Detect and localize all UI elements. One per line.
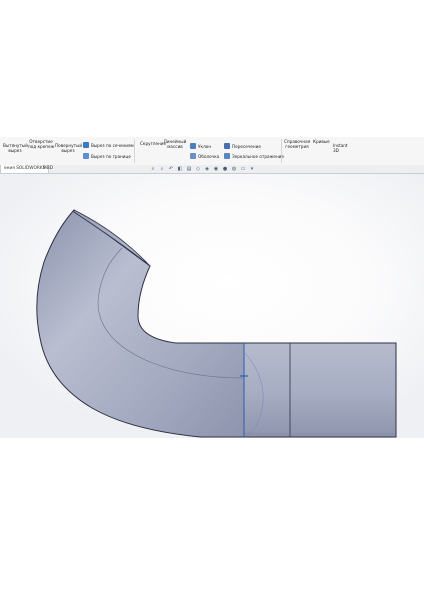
bent-pipe-part[interactable]: [0, 174, 424, 438]
ribbon-divider: [281, 139, 282, 163]
graphics-area[interactable]: [0, 174, 424, 438]
lofted-cut-icon: [83, 142, 89, 148]
ribbon-divider: [134, 139, 135, 163]
boundary-cut-button[interactable]: Вырез по границе: [91, 154, 131, 159]
boundary-cut-icon: [83, 153, 89, 159]
intersect-button[interactable]: Пересечение: [232, 144, 261, 149]
shell-button[interactable]: Оболочка: [198, 154, 219, 159]
extruded-cut-label-2: вырез: [8, 148, 22, 153]
zoom-to-fit-icon[interactable]: ⌕: [150, 166, 156, 172]
mirror-button[interactable]: Зеркальное отражение: [232, 154, 284, 159]
command-manager-ribbon: Вытянутый вырез Отверстие под крепеж Пов…: [0, 137, 424, 166]
mirror-icon: [224, 153, 230, 159]
intersect-icon: [224, 143, 230, 149]
hole-wizard-label-2: под крепеж: [28, 144, 55, 149]
apply-scene-icon[interactable]: ◍: [231, 166, 237, 172]
curves-button[interactable]: Кривые: [313, 139, 330, 144]
shell-icon: [190, 153, 196, 159]
display-icon[interactable]: ▾: [249, 166, 255, 172]
linear-pattern-label-2: массив: [167, 144, 183, 149]
view-settings-icon[interactable]: ▭: [240, 166, 246, 172]
reference-geometry-label-2: геометрия: [285, 144, 309, 149]
pipe-straight-section: [243, 342, 397, 438]
view-orientation-icon[interactable]: ◇: [195, 166, 201, 172]
tab-mbd[interactable]: MBD: [40, 165, 56, 173]
hole-wizard-button[interactable]: Отверстие под крепеж: [28, 139, 54, 149]
hide-show-icon[interactable]: ◉: [213, 166, 219, 172]
draft-button[interactable]: Уклон: [198, 144, 211, 149]
edit-appearance-icon[interactable]: ●: [222, 166, 228, 172]
dynamic-annotation-icon[interactable]: ▤: [186, 166, 192, 172]
instant-3d-label-2: 3D: [333, 148, 339, 153]
heads-up-view-toolbar: ⌕ ⌕ ↶ ◧ ▤ ◇ ◈ ◉ ● ◍ ▭ ▾: [150, 164, 255, 174]
revolved-cut-label-2: вырез: [61, 148, 75, 153]
draft-icon: [190, 143, 196, 149]
previous-view-icon[interactable]: ↶: [168, 166, 174, 172]
section-view-icon[interactable]: ◧: [177, 166, 183, 172]
zoom-area-icon[interactable]: ⌕: [159, 166, 165, 172]
instant-3d-button[interactable]: Instant 3D: [333, 143, 348, 153]
lofted-cut-button[interactable]: Вырез по сечениям: [91, 143, 134, 148]
extruded-cut-button[interactable]: Вытянутый вырез: [3, 143, 28, 153]
revolved-cut-button[interactable]: Повернутый вырез: [55, 143, 82, 153]
reference-geometry-button[interactable]: Справочная геометрия: [284, 139, 310, 149]
display-style-icon[interactable]: ◈: [204, 166, 210, 172]
pipe-elbow-surface: [36, 209, 245, 438]
linear-pattern-button[interactable]: Линейный массив: [163, 139, 187, 149]
